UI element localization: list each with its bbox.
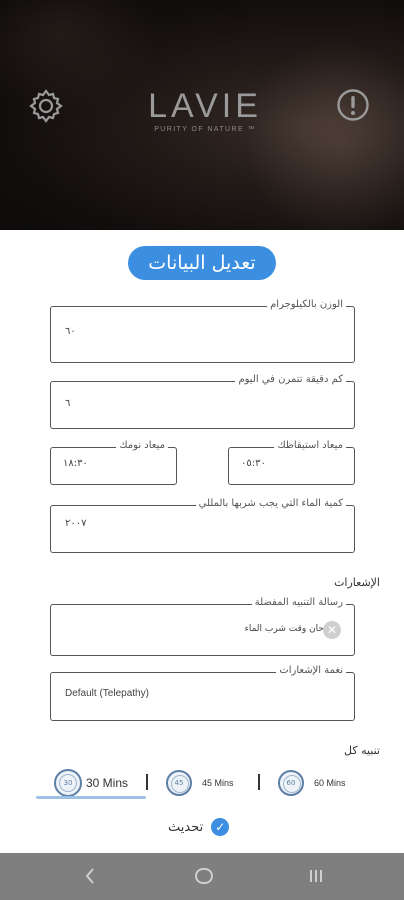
exclamation-circle-icon[interactable] bbox=[336, 88, 370, 122]
exercise-minutes-value: ٦ bbox=[65, 398, 71, 409]
interval-label: تنبيه كل bbox=[344, 744, 380, 757]
recents-icon[interactable] bbox=[306, 865, 326, 887]
selected-interval-indicator bbox=[36, 796, 146, 799]
interval-option-30-label[interactable]: 30 Mins bbox=[86, 776, 128, 790]
page-title: تعديل البيانات bbox=[128, 246, 276, 280]
wake-time-value: ٠٥:٣٠ bbox=[241, 458, 266, 469]
divider bbox=[146, 774, 148, 790]
wake-time-label: ميعاد استيقاظك bbox=[274, 439, 346, 453]
weight-field[interactable]: الوزن بالكيلوجرام ٦٠ bbox=[50, 298, 355, 363]
clear-icon[interactable]: ✕ bbox=[323, 621, 341, 639]
gear-icon[interactable] bbox=[28, 88, 64, 124]
interval-dial-value: 30 bbox=[63, 779, 73, 787]
back-chevron-icon[interactable] bbox=[82, 865, 98, 887]
background-shade bbox=[244, 40, 404, 230]
sleep-time-label: ميعاد نومك bbox=[116, 439, 168, 453]
notification-tone-value: Default (Telepathy) bbox=[65, 688, 149, 699]
interval-dial-value: 45 bbox=[174, 779, 184, 787]
alert-message-field[interactable]: رسالة التنبيه المفضلة حان وقت شرب الماء … bbox=[50, 596, 355, 656]
divider bbox=[258, 774, 260, 790]
update-label: تحديث bbox=[168, 819, 204, 835]
weight-value: ٦٠ bbox=[65, 326, 76, 337]
background-shade bbox=[0, 0, 160, 110]
logo-tagline: PURITY OF NATURE ™ bbox=[154, 126, 256, 133]
weight-label: الوزن بالكيلوجرام bbox=[267, 298, 346, 312]
notification-tone-label: نغمة الإشعارات bbox=[276, 664, 346, 678]
interval-option-60-label[interactable]: 60 Mins bbox=[314, 778, 346, 788]
notifications-section-label: الإشعارات bbox=[334, 576, 380, 589]
header-banner: LAVIE PURITY OF NATURE ™ bbox=[0, 0, 404, 230]
alert-message-value: حان وقت شرب الماء bbox=[244, 624, 324, 634]
interval-option-30-dial[interactable]: 30 bbox=[54, 769, 82, 797]
interval-option-60-dial[interactable]: 60 bbox=[278, 770, 304, 796]
water-amount-value: ٢٠٠٧ bbox=[65, 518, 87, 529]
water-amount-field[interactable]: كمية الماء التي يجب شربها بالمللي ٢٠٠٧ bbox=[50, 497, 355, 553]
update-button[interactable]: ✓ تحديث bbox=[168, 817, 230, 837]
home-icon[interactable] bbox=[193, 865, 215, 887]
check-icon: ✓ bbox=[211, 818, 230, 836]
notification-tone-field[interactable]: نغمة الإشعارات Default (Telepathy) bbox=[50, 664, 355, 721]
sleep-time-value: ١٨:٣٠ bbox=[63, 458, 88, 469]
sleep-time-field[interactable]: ميعاد نومك ١٨:٣٠ bbox=[50, 439, 177, 485]
system-navigation-bar bbox=[0, 853, 404, 900]
wake-time-field[interactable]: ميعاد استيقاظك ٠٥:٣٠ bbox=[228, 439, 355, 485]
alert-message-label: رسالة التنبيه المفضلة bbox=[251, 596, 346, 610]
exercise-minutes-label: كم دقيقة تتمرن في اليوم bbox=[235, 373, 346, 387]
logo-wordmark: LAVIE bbox=[148, 87, 262, 125]
interval-option-45-dial[interactable]: 45 bbox=[166, 770, 192, 796]
brand-logo: LAVIE PURITY OF NATURE ™ bbox=[140, 88, 270, 133]
interval-option-45-label[interactable]: 45 Mins bbox=[202, 778, 234, 788]
water-amount-label: كمية الماء التي يجب شربها بالمللي bbox=[195, 497, 346, 511]
exercise-minutes-field[interactable]: كم دقيقة تتمرن في اليوم ٦ bbox=[50, 373, 355, 429]
interval-dial-value: 60 bbox=[286, 779, 296, 787]
